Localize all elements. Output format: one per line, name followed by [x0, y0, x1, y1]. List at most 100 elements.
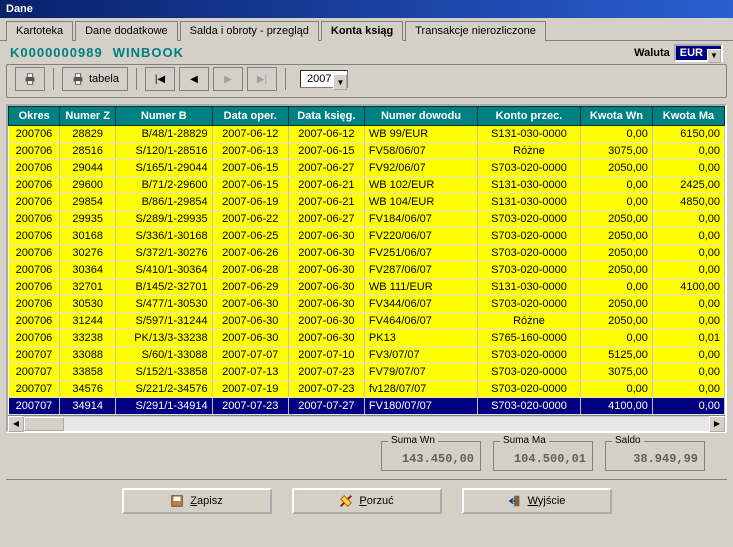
table-row[interactable]: 20070629854B/86/1-298542007-06-192007-06…: [9, 194, 725, 211]
column-header[interactable]: Numer B: [115, 107, 212, 126]
column-header[interactable]: Konto przec.: [478, 107, 581, 126]
table-row[interactable]: 20070733088S/60/1-330882007-07-072007-07…: [9, 347, 725, 364]
chevron-down-icon[interactable]: ▼: [333, 74, 347, 90]
cell: 200707: [9, 364, 60, 381]
exit-button[interactable]: Wyjście: [462, 488, 612, 514]
scroll-track[interactable]: [24, 417, 709, 431]
horizontal-scrollbar[interactable]: ◀ ▶: [8, 415, 725, 431]
cell: 5125,00: [580, 347, 652, 364]
tab-0[interactable]: Kartoteka: [6, 21, 73, 41]
cell: 200706: [9, 330, 60, 347]
column-header[interactable]: Numer dowodu: [364, 107, 477, 126]
discard-icon: [339, 494, 353, 508]
scroll-thumb[interactable]: [24, 417, 64, 431]
table-row[interactable]: 20070734576S/221/2-345762007-07-192007-0…: [9, 381, 725, 398]
cell: 0,00: [580, 381, 652, 398]
cell: 0,00: [580, 330, 652, 347]
cell: 2007-06-30: [288, 330, 364, 347]
cell: 0,00: [652, 262, 724, 279]
cell: 2007-06-30: [288, 313, 364, 330]
cell: 0,00: [652, 296, 724, 313]
table-row[interactable]: 20070734914S/291/1-349142007-07-232007-0…: [9, 398, 725, 415]
table-row[interactable]: 20070629600B/71/2-296002007-06-152007-06…: [9, 177, 725, 194]
cell: 2007-06-12: [288, 126, 364, 143]
cell: 2007-06-12: [212, 126, 288, 143]
exit-label: Wyjście: [528, 495, 566, 507]
table-row[interactable]: 20070628516S/120/1-285162007-06-132007-0…: [9, 143, 725, 160]
column-header[interactable]: Data księg.: [288, 107, 364, 126]
discard-button[interactable]: Porzuć: [292, 488, 442, 514]
column-header[interactable]: Numer Z: [60, 107, 116, 126]
nav-next-button[interactable]: ▶: [213, 67, 243, 91]
last-icon: ▶|: [257, 74, 267, 85]
table-row[interactable]: 20070629935S/289/1-299352007-06-222007-0…: [9, 211, 725, 228]
table-row[interactable]: 20070630276S/372/1-302762007-06-262007-0…: [9, 245, 725, 262]
save-button[interactable]: Zapisz: [122, 488, 272, 514]
tab-4[interactable]: Transakcje nierozliczone: [405, 21, 546, 41]
cell: 29044: [60, 160, 116, 177]
cell: 2007-06-30: [212, 313, 288, 330]
column-header[interactable]: Kwota Wn: [580, 107, 652, 126]
separator: [285, 68, 286, 90]
cell: 200706: [9, 262, 60, 279]
cell: 0,00: [580, 194, 652, 211]
tab-3[interactable]: Konta ksiąg: [321, 21, 403, 41]
scroll-right-icon[interactable]: ▶: [709, 416, 725, 432]
cell: 0,00: [652, 381, 724, 398]
cell: 31244: [60, 313, 116, 330]
table-row[interactable]: 20070630168S/336/1-301682007-06-252007-0…: [9, 228, 725, 245]
table-row[interactable]: 20070633238PK/13/3-332382007-06-302007-0…: [9, 330, 725, 347]
tab-2[interactable]: Salda i obroty - przegląd: [180, 21, 319, 41]
table-row[interactable]: 20070632701B/145/2-327012007-06-292007-0…: [9, 279, 725, 296]
tabela-button[interactable]: tabela: [62, 67, 128, 91]
cell: 34914: [60, 398, 116, 415]
cell: S131-030-0000: [478, 279, 581, 296]
table-row[interactable]: 20070733858S/152/1-338582007-07-132007-0…: [9, 364, 725, 381]
table-row[interactable]: 20070630364S/410/1-303642007-06-282007-0…: [9, 262, 725, 279]
account-code: K0000000989: [10, 45, 103, 60]
cell: PK/13/3-33238: [115, 330, 212, 347]
print-button[interactable]: [15, 67, 45, 91]
cell: FV287/06/07: [364, 262, 477, 279]
cell: 34576: [60, 381, 116, 398]
cell: FV58/06/07: [364, 143, 477, 160]
tabela-label: tabela: [89, 73, 119, 85]
cell: S/165/1-29044: [115, 160, 212, 177]
table-row[interactable]: 20070631244S/597/1-312442007-06-302007-0…: [9, 313, 725, 330]
cell: S/597/1-31244: [115, 313, 212, 330]
column-header[interactable]: Data oper.: [212, 107, 288, 126]
cell: FV184/06/07: [364, 211, 477, 228]
column-header[interactable]: Okres: [9, 107, 60, 126]
scroll-left-icon[interactable]: ◀: [8, 416, 24, 432]
tab-1[interactable]: Dane dodatkowe: [75, 21, 178, 41]
cell: 2050,00: [580, 245, 652, 262]
cell: 0,00: [652, 160, 724, 177]
cell: 2050,00: [580, 262, 652, 279]
column-header[interactable]: Kwota Ma: [652, 107, 724, 126]
cell: 28829: [60, 126, 116, 143]
cell: PK13: [364, 330, 477, 347]
cell: 0,00: [652, 211, 724, 228]
table-row[interactable]: 20070629044S/165/1-290442007-06-152007-0…: [9, 160, 725, 177]
cell: 2007-07-23: [288, 381, 364, 398]
nav-first-button[interactable]: |◀: [145, 67, 175, 91]
cell: 200706: [9, 211, 60, 228]
chevron-down-icon[interactable]: ▼: [707, 49, 721, 63]
discard-label: Porzuć: [359, 495, 393, 507]
cell: 3075,00: [580, 143, 652, 160]
table-row[interactable]: 20070628829B/48/1-288292007-06-122007-06…: [9, 126, 725, 143]
cell: S/410/1-30364: [115, 262, 212, 279]
cell: S/120/1-28516: [115, 143, 212, 160]
cell: S765-160-0000: [478, 330, 581, 347]
table-row[interactable]: 20070630530S/477/1-305302007-06-302007-0…: [9, 296, 725, 313]
cell: 200706: [9, 177, 60, 194]
nav-last-button[interactable]: ▶|: [247, 67, 277, 91]
nav-prev-button[interactable]: ◀: [179, 67, 209, 91]
cell: B/48/1-28829: [115, 126, 212, 143]
cell: S/372/1-30276: [115, 245, 212, 262]
cell: 29935: [60, 211, 116, 228]
cell: fv128/07/07: [364, 381, 477, 398]
cell: 30530: [60, 296, 116, 313]
cell: 33858: [60, 364, 116, 381]
cell: 2007-06-27: [288, 211, 364, 228]
